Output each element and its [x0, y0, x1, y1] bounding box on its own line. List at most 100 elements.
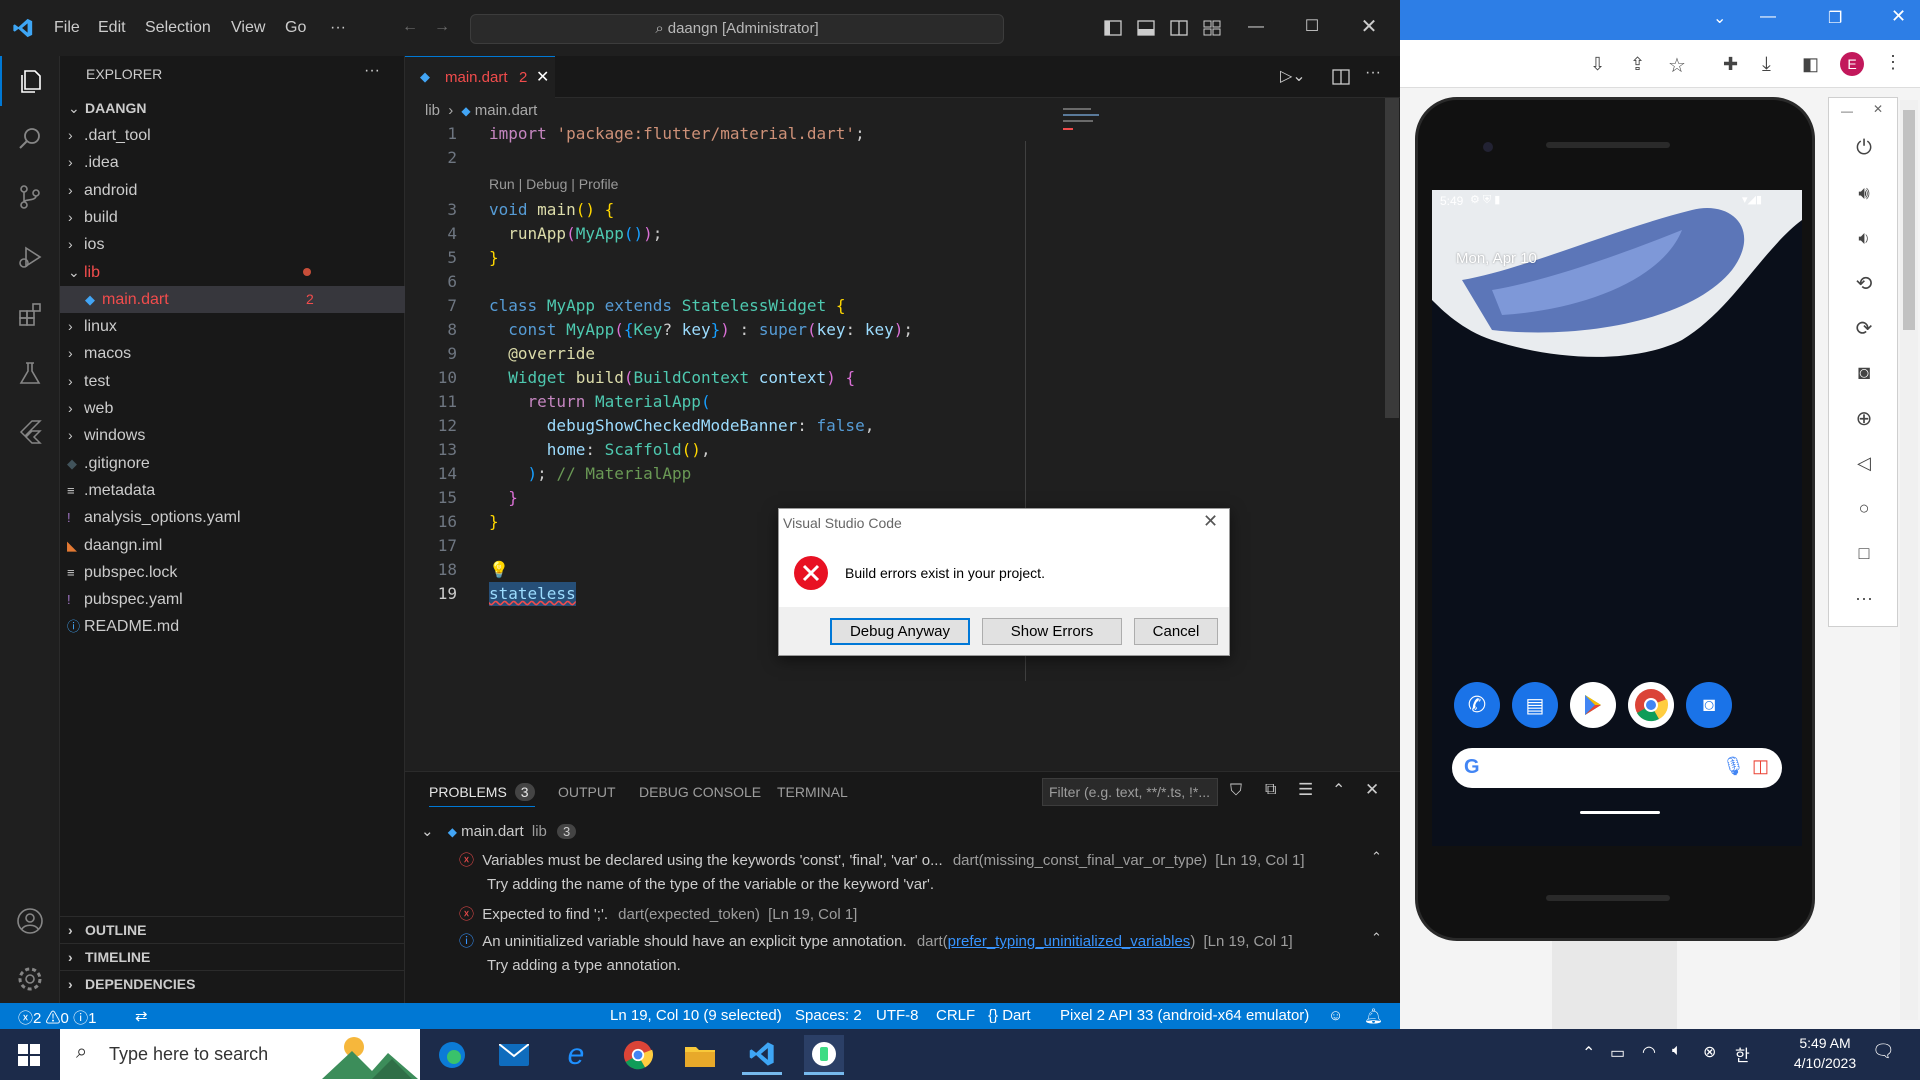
taskbar-clock[interactable]: 5:49 AM 4/10/2023: [1780, 1035, 1870, 1071]
file-item[interactable]: ! pubspec.yaml: [60, 586, 405, 613]
volume-down-icon[interactable]: 🔉︎: [1849, 223, 1879, 253]
input-method-icon[interactable]: 한: [1735, 1042, 1750, 1066]
debug-anyway-button[interactable]: Debug Anyway: [830, 618, 970, 645]
file-explorer-icon[interactable]: [680, 1035, 720, 1075]
folder-item[interactable]: › ios: [60, 231, 405, 258]
file-item[interactable]: ! analysis_options.yaml: [60, 504, 405, 531]
wifi-icon[interactable]: ◠: [1642, 1042, 1656, 1062]
problems-file-group[interactable]: ⌄ ◆ main.dart lib 3: [421, 822, 577, 840]
folder-item[interactable]: › .idea: [60, 149, 405, 176]
filter-funnel-icon[interactable]: ⛉: [1230, 782, 1242, 800]
folder-item[interactable]: › linux: [60, 313, 405, 340]
menu-edit[interactable]: Edit: [98, 19, 126, 37]
breadcrumb-file[interactable]: main.dart: [475, 102, 538, 119]
chrome-taskbar-icon[interactable]: [618, 1035, 658, 1075]
tab-main-dart[interactable]: ◆ main.dart 2 ✕: [405, 56, 555, 98]
menu-go[interactable]: Go: [285, 19, 306, 37]
collapse-all-icon[interactable]: ⧉: [1265, 781, 1276, 799]
lightbulb-icon[interactable]: 💡: [489, 558, 509, 582]
breadcrumb-folder[interactable]: lib: [425, 102, 440, 119]
chrome-app-icon[interactable]: [1628, 682, 1674, 728]
remote-connection-icon[interactable]: ⇄: [135, 1007, 148, 1025]
google-search-bar[interactable]: G 🎙︎ ◫: [1452, 748, 1782, 788]
forward-arrow-icon[interactable]: →: [432, 17, 452, 37]
notification-center-icon[interactable]: 🗨︎: [1872, 1041, 1895, 1062]
close-panel-icon[interactable]: ✕: [1365, 780, 1379, 800]
indentation[interactable]: Spaces: 2: [795, 1007, 862, 1024]
toggle-sidebar-icon[interactable]: [1104, 19, 1122, 37]
internet-explorer-icon[interactable]: e: [556, 1035, 596, 1075]
tab-debug-console[interactable]: DEBUG CONSOLE: [639, 784, 761, 800]
tab-output[interactable]: OUTPUT: [558, 784, 616, 800]
extensions-puzzle-icon[interactable]: ✚: [1723, 54, 1738, 75]
page-scrollbar[interactable]: [1900, 100, 1918, 1020]
folder-item[interactable]: › web: [60, 395, 405, 422]
code-editor[interactable]: 1 import 'package:flutter/material.dart';…: [405, 122, 1335, 762]
extended-controls-icon[interactable]: ···: [1849, 583, 1879, 613]
line-endings[interactable]: CRLF: [936, 1007, 975, 1024]
cursor-position[interactable]: Ln 19, Col 10 (9 selected): [610, 1007, 782, 1024]
folder-item[interactable]: › test: [60, 368, 405, 395]
volume-icon[interactable]: 🔈︎: [1672, 1042, 1682, 1060]
edge-browser-icon[interactable]: [432, 1035, 472, 1075]
folder-item[interactable]: › android: [60, 177, 405, 204]
profile-avatar[interactable]: E: [1840, 52, 1864, 76]
bookmark-star-icon[interactable]: ☆: [1668, 53, 1686, 78]
menu-view[interactable]: View: [231, 19, 265, 37]
messages-app-icon[interactable]: ▤: [1512, 682, 1558, 728]
extensions-icon[interactable]: [0, 290, 60, 340]
explorer-more-actions[interactable]: ···: [364, 62, 380, 80]
customize-layout-icon[interactable]: [1203, 19, 1221, 37]
toggle-secondary-sidebar-icon[interactable]: [1170, 19, 1188, 37]
collapse-chevron-icon[interactable]: ⌃: [1371, 930, 1382, 946]
show-hidden-icons-chevron-icon[interactable]: ⌃: [1582, 1043, 1595, 1063]
minimize-icon[interactable]: —: [1246, 17, 1266, 37]
tab-terminal[interactable]: TERMINAL: [777, 784, 848, 800]
browser-restore-icon[interactable]: ❐: [1828, 8, 1842, 28]
problems-filter-input[interactable]: Filter (e.g. text, **/*.ts, !*...: [1042, 778, 1218, 806]
battery-icon[interactable]: ▭: [1610, 1043, 1625, 1063]
folder-item[interactable]: › macos: [60, 340, 405, 367]
emulator-screen[interactable]: 5:49 ⚙ ⛨ ▮ ▾◢▮ Mon, Apr 10 ✆ ▤ ◙ G 🎙︎ ◫: [1432, 190, 1802, 846]
downloads-icon[interactable]: ⤓: [1762, 53, 1771, 76]
mail-icon[interactable]: [494, 1035, 534, 1075]
explorer-icon[interactable]: [0, 56, 60, 106]
encoding[interactable]: UTF-8: [876, 1007, 919, 1024]
dialog-close-icon[interactable]: ✕: [1203, 511, 1218, 532]
problem-row[interactable]: ⓧ Expected to find ';'. dart(expected_to…: [459, 903, 857, 924]
gesture-nav-bar[interactable]: [1580, 811, 1660, 814]
browser-menu-icon[interactable]: ⋮: [1884, 52, 1902, 73]
file-item[interactable]: ≡ .metadata: [60, 477, 405, 504]
play-store-app-icon[interactable]: [1570, 682, 1616, 728]
file-item[interactable]: ◆ .gitignore: [60, 450, 405, 477]
back-arrow-icon[interactable]: ←: [400, 17, 420, 37]
emulator-close-icon[interactable]: ✕: [1873, 102, 1883, 116]
install-app-icon[interactable]: ⇩: [1590, 54, 1605, 75]
show-errors-button[interactable]: Show Errors: [982, 618, 1122, 645]
language-mode[interactable]: {} Dart: [988, 1007, 1031, 1024]
power-icon[interactable]: ⏻: [1849, 133, 1879, 163]
problems-status[interactable]: ⓧ2 ⚠0 ⓘ1: [18, 1007, 96, 1028]
emulator-taskbar-icon[interactable]: [804, 1035, 844, 1075]
screenshot-camera-icon[interactable]: ◙: [1849, 358, 1879, 388]
split-editor-icon[interactable]: [1332, 68, 1350, 86]
folder-item[interactable]: ⌄ lib: [60, 259, 405, 286]
file-item[interactable]: ◆ main.dart 2: [60, 285, 405, 313]
zoom-icon[interactable]: ⊕: [1849, 403, 1879, 433]
run-debug-icon[interactable]: [0, 232, 60, 282]
menu-selection[interactable]: Selection: [145, 19, 211, 37]
search-view-icon[interactable]: [0, 114, 60, 164]
flutter-device[interactable]: Pixel 2 API 33 (android-x64 emulator): [1060, 1007, 1309, 1024]
google-lens-icon[interactable]: ◫: [1752, 756, 1769, 777]
home-circle-icon[interactable]: ○: [1849, 493, 1879, 523]
rotate-right-icon[interactable]: ⟳: [1849, 313, 1879, 343]
flutter-icon[interactable]: [0, 406, 60, 456]
explorer-root-folder[interactable]: ⌄ DAANGN: [60, 95, 405, 122]
view-as-list-icon[interactable]: ☰: [1298, 780, 1313, 800]
menu-file[interactable]: File: [54, 19, 80, 37]
file-item[interactable]: ⓘ README.md: [60, 613, 405, 640]
problem-row[interactable]: ⓘ An uninitialized variable should have …: [459, 930, 1293, 951]
settings-gear-icon[interactable]: [0, 954, 60, 1004]
overview-square-icon[interactable]: □: [1849, 538, 1879, 568]
tab-list-chevron-icon[interactable]: ⌄: [1713, 8, 1726, 28]
